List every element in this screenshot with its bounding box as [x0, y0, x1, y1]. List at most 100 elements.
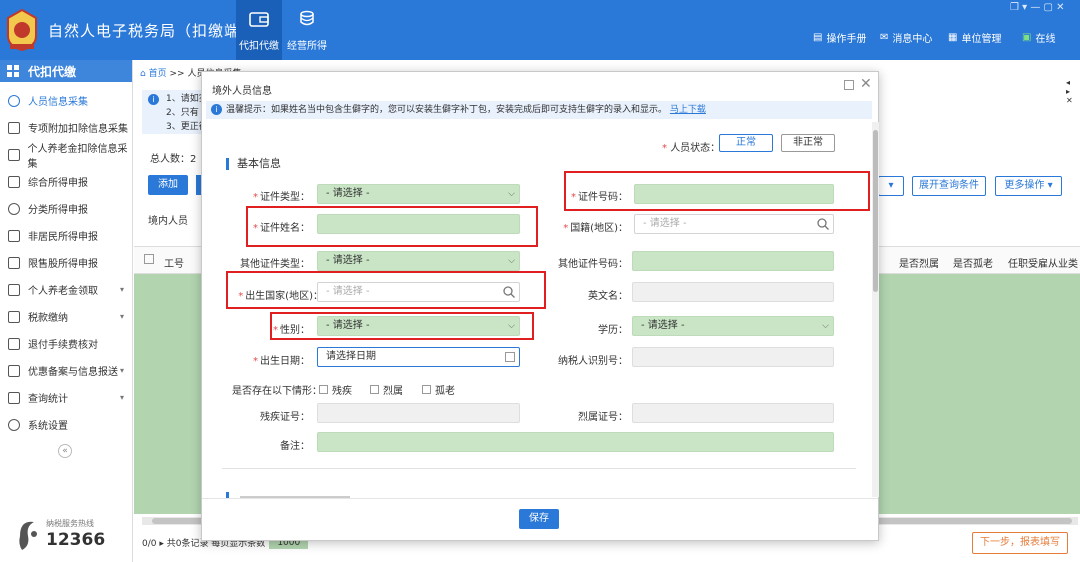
- checkbox-disability[interactable]: 残疾: [319, 382, 352, 397]
- sidebar-item-settings[interactable]: 系统设置: [0, 411, 132, 438]
- section-divider: [222, 468, 856, 469]
- select-all-checkbox[interactable]: [144, 254, 154, 264]
- user-icon: [8, 229, 20, 242]
- chevron-down-icon: ⌵: [822, 321, 829, 331]
- info-icon: i: [211, 104, 222, 115]
- sidebar: 代扣代缴 人员信息采集 专项附加扣除信息采集 个人养老金扣除信息采集 综合所得申…: [0, 60, 133, 562]
- chevron-down-icon: ▾: [119, 366, 124, 375]
- info-icon: i: [148, 94, 159, 105]
- id-type-label: * 证件类型：: [253, 192, 310, 203]
- message-center-button[interactable]: ✉ 消息中心: [880, 30, 932, 45]
- status-normal-button[interactable]: 正常: [719, 134, 773, 152]
- document-icon: [8, 148, 20, 161]
- receipt-icon: [8, 337, 20, 350]
- dialog-scrollbar[interactable]: [872, 122, 879, 497]
- sidebar-item-classified-income[interactable]: 分类所得申报: [0, 195, 132, 222]
- close-page-icon[interactable]: ◂ ▸ ✕: [1066, 78, 1074, 105]
- list-icon: [8, 121, 20, 134]
- sidebar-item-tax-payment[interactable]: 税款缴纳 ▾: [0, 303, 132, 330]
- sidebar-item-personnel-info[interactable]: 人员信息采集: [0, 87, 132, 114]
- sidebar-item-restricted-shares[interactable]: 限售股所得申报: [0, 249, 132, 276]
- sidebar-item-special-deduction[interactable]: 专项附加扣除信息采集: [0, 114, 132, 141]
- sidebar-item-query-stats[interactable]: 查询统计 ▾: [0, 384, 132, 411]
- search-icon[interactable]: [817, 218, 829, 230]
- highlight-id-number: [564, 171, 870, 211]
- disability-no-label: 残疾证号：: [260, 412, 310, 423]
- add-button[interactable]: 添加: [148, 175, 188, 195]
- situations-label: 是否存在以下情形：: [232, 386, 322, 397]
- status-abnormal-button[interactable]: 非正常: [781, 134, 835, 152]
- section-basic-info: 基本信息: [226, 158, 281, 170]
- hotline-number: 12366: [46, 530, 106, 550]
- tab-withholding-label: 代扣代缴: [239, 41, 279, 52]
- tab-business-income[interactable]: 经营所得: [284, 0, 330, 60]
- unit-management-button[interactable]: ▦ 单位管理: [948, 30, 1001, 45]
- nationality-input[interactable]: - 请选择 -: [634, 214, 834, 234]
- gear-icon: [8, 418, 20, 431]
- window-controls[interactable]: ❐ ▾ — ▢ ✕: [1010, 2, 1065, 13]
- dialog-title: 境外人员信息: [212, 86, 272, 97]
- coins-icon: [300, 10, 314, 26]
- sidebar-item-nonresident-income[interactable]: 非居民所得申报: [0, 222, 132, 249]
- file-icon: [8, 283, 20, 296]
- remark-input[interactable]: [317, 432, 834, 452]
- nationality-label: * 国籍(地区)：: [563, 223, 628, 234]
- education-select[interactable]: - 请选择 - ⌵: [632, 316, 834, 336]
- birthdate-label: * 出生日期：: [253, 356, 310, 367]
- building-icon: ▦: [948, 32, 958, 43]
- hotline-label: 纳税服务热线: [46, 519, 94, 528]
- wallet-icon: [249, 12, 269, 27]
- tax-emblem-logo: [7, 8, 37, 52]
- sidebar-item-comprehensive-income[interactable]: 综合所得申报: [0, 168, 132, 195]
- checkbox-martyr[interactable]: 烈属: [370, 382, 403, 397]
- download-link[interactable]: 马上下载: [670, 105, 706, 115]
- tip-bar: i 温馨提示：如果姓名当中包含生僻字的，您可以安装生僻字补丁包，安装完成后即可支…: [206, 101, 872, 119]
- grid-icon: [7, 65, 19, 77]
- sidebar-item-pension-deduction[interactable]: 个人养老金扣除信息采集: [0, 141, 132, 170]
- disability-no-input[interactable]: [317, 403, 520, 423]
- expand-query-button[interactable]: 展开查询条件: [912, 176, 986, 196]
- sidebar-item-refund-fee[interactable]: 退付手续费核对: [0, 330, 132, 357]
- chevron-down-icon: ▾: [119, 312, 124, 321]
- collapse-sidebar-button[interactable]: «: [58, 444, 72, 458]
- sidebar-item-preferential-filing[interactable]: 优惠备案与信息报送 ▾: [0, 357, 132, 384]
- more-operations-button[interactable]: 更多操作 ▾: [995, 176, 1062, 196]
- app-title: 自然人电子税务局（扣缴端）: [48, 22, 257, 40]
- col-employment-type: 任职受雇从业类: [1008, 259, 1078, 270]
- chevron-down-icon: ⌵: [508, 189, 515, 199]
- tab-domestic[interactable]: 境内人员: [148, 212, 188, 227]
- tab-business-income-label: 经营所得: [287, 41, 327, 52]
- filter-dropdown[interactable]: ▾: [878, 176, 904, 196]
- top-bar: 自然人电子税务局（扣缴端） 代扣代缴 经营所得 ❐ ▾ — ▢ ✕ ▤ 操作手册 …: [0, 0, 1080, 60]
- other-id-type-select[interactable]: - 请选择 - ⌵: [317, 251, 520, 271]
- pie-icon: [8, 202, 20, 215]
- tab-withholding[interactable]: 代扣代缴: [236, 0, 282, 60]
- other-id-type-label: 其他证件类型：: [240, 259, 310, 270]
- other-id-number-input[interactable]: [632, 251, 834, 271]
- english-name-input[interactable]: [632, 282, 834, 302]
- save-button[interactable]: 保存: [519, 509, 559, 529]
- checkbox-lonely-elderly[interactable]: 孤老: [422, 382, 455, 397]
- highlight-birth-country: [226, 271, 546, 309]
- close-icon[interactable]: ✕: [860, 76, 872, 92]
- martyr-no-input[interactable]: [632, 403, 834, 423]
- online-icon: ▣: [1022, 32, 1032, 43]
- layers-icon: [8, 175, 20, 188]
- calendar-icon[interactable]: [505, 352, 515, 362]
- taxpayer-id-input[interactable]: [632, 347, 834, 367]
- id-type-select[interactable]: - 请选择 - ⌵: [317, 184, 520, 204]
- english-name-label: 英文名：: [588, 291, 628, 302]
- breadcrumb-home[interactable]: 首页: [149, 69, 167, 79]
- sidebar-item-pension-withdrawal[interactable]: 个人养老金领取 ▾: [0, 276, 132, 303]
- clipboard-icon: [8, 364, 20, 377]
- other-id-number-label: 其他证件号码：: [558, 259, 628, 270]
- online-status[interactable]: ▣ 在线: [1022, 30, 1055, 45]
- maximize-icon[interactable]: [844, 80, 854, 90]
- chevron-down-icon: ⌵: [508, 256, 515, 266]
- birthdate-input[interactable]: 请选择日期: [317, 347, 520, 367]
- col-employee-no: 工号: [164, 259, 184, 270]
- status-label: * 人员状态：: [662, 143, 721, 154]
- manual-button[interactable]: ▤ 操作手册: [813, 30, 866, 45]
- highlight-id-name: [246, 206, 538, 247]
- next-step-button[interactable]: 下一步，报表填写: [972, 532, 1068, 554]
